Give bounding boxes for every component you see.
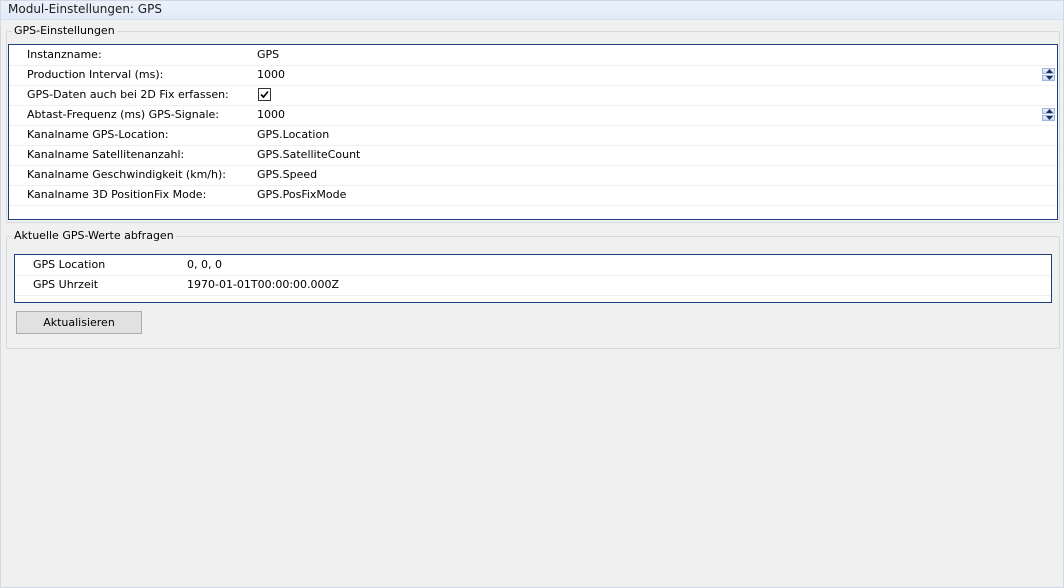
production-interval-value[interactable]: 1000: [257, 65, 285, 85]
settings-row-channel-location[interactable]: Kanalname GPS-Location: GPS.Location: [9, 125, 1057, 146]
row-label: GPS Location: [33, 258, 106, 271]
module-settings-panel: Modul-Einstellungen: GPS GPS-Einstellung…: [0, 0, 1064, 588]
settings-row-channel-satellites[interactable]: Kanalname Satellitenanzahl: GPS.Satellit…: [9, 145, 1057, 166]
spin-down-icon[interactable]: [1042, 115, 1055, 121]
row-label: GPS-Daten auch bei 2D Fix erfassen:: [27, 88, 229, 101]
row-label: Kanalname Geschwindigkeit (km/h):: [27, 168, 226, 181]
channel-speed-value[interactable]: GPS.Speed: [257, 165, 317, 185]
sample-frequency-value[interactable]: 1000: [257, 105, 285, 125]
settings-row-2d-fix[interactable]: GPS-Daten auch bei 2D Fix erfassen:: [9, 85, 1057, 106]
current-values-group-title: Aktuelle GPS-Werte abfragen: [12, 229, 176, 243]
fix-2d-checkbox[interactable]: [258, 88, 271, 101]
module-title: Modul-Einstellungen: GPS: [8, 2, 162, 16]
module-header: Modul-Einstellungen: GPS: [1, 1, 1063, 20]
gps-settings-group-title: GPS-Einstellungen: [12, 24, 117, 38]
row-label: Abtast-Frequenz (ms) GPS-Signale:: [27, 108, 220, 121]
channel-satellites-value[interactable]: GPS.SatelliteCount: [257, 145, 360, 165]
row-label: GPS Uhrzeit: [33, 278, 99, 291]
instance-name-value[interactable]: GPS: [257, 45, 279, 65]
spin-up-icon[interactable]: [1042, 68, 1055, 74]
row-label: Kanalname Satellitenanzahl:: [27, 148, 185, 161]
gps-settings-grid: Instanzname: GPS Production Interval (ms…: [8, 44, 1058, 220]
gps-location-value: 0, 0, 0: [187, 258, 222, 271]
spin-up-icon[interactable]: [1042, 108, 1055, 114]
row-label: Instanzname:: [27, 48, 102, 61]
settings-row-instance-name[interactable]: Instanzname: GPS: [9, 45, 1057, 66]
settings-row-sample-frequency[interactable]: Abtast-Frequenz (ms) GPS-Signale: 1000: [9, 105, 1057, 126]
settings-row-production-interval[interactable]: Production Interval (ms): 1000: [9, 65, 1057, 86]
channel-posfix-value[interactable]: GPS.PosFixMode: [257, 185, 346, 205]
gps-time-value: 1970-01-01T00:00:00.000Z: [187, 278, 340, 291]
row-label: Kanalname 3D PositionFix Mode:: [27, 188, 207, 201]
current-values-grid: GPS Location 0, 0, 0 GPS Uhrzeit 1970-01…: [14, 254, 1052, 303]
row-label: Kanalname GPS-Location:: [27, 128, 169, 141]
refresh-button[interactable]: Aktualisieren: [16, 311, 142, 334]
current-row-time: GPS Uhrzeit 1970-01-01T00:00:00.000Z: [15, 275, 1051, 296]
checkmark-icon: [260, 90, 269, 99]
sample-frequency-spinner[interactable]: [1042, 108, 1055, 122]
current-row-location: GPS Location 0, 0, 0: [15, 255, 1051, 276]
spin-down-icon[interactable]: [1042, 75, 1055, 81]
channel-location-value[interactable]: GPS.Location: [257, 125, 329, 145]
production-interval-spinner[interactable]: [1042, 68, 1055, 82]
settings-row-channel-speed[interactable]: Kanalname Geschwindigkeit (km/h): GPS.Sp…: [9, 165, 1057, 186]
row-label: Production Interval (ms):: [27, 68, 164, 81]
settings-row-channel-posfix[interactable]: Kanalname 3D PositionFix Mode: GPS.PosFi…: [9, 185, 1057, 206]
